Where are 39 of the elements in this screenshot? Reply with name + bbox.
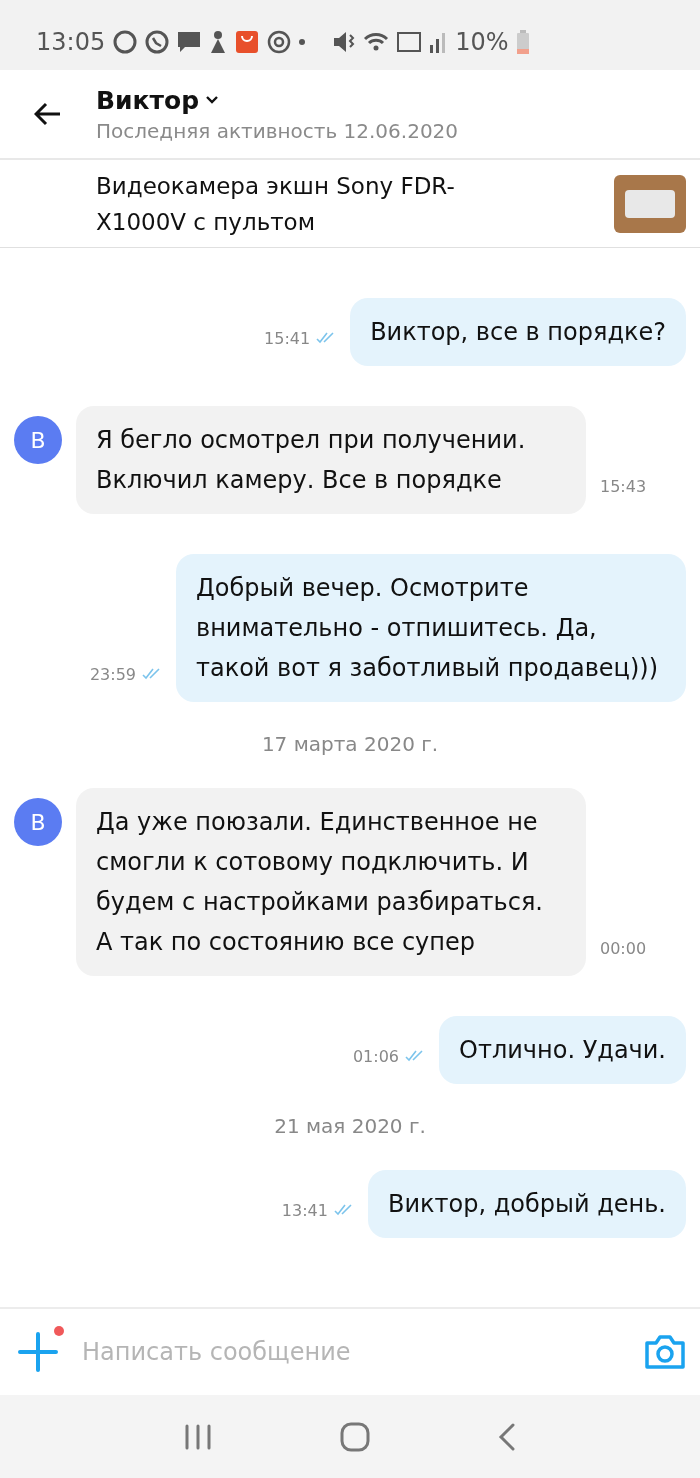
avatar[interactable]: В <box>14 416 62 464</box>
message-time: 15:41 <box>264 329 311 348</box>
camera-icon[interactable] <box>644 1334 686 1370</box>
battery-level: 10% <box>455 28 509 56</box>
message-bubble: Я бегло осмотрел при получении. Включил камеру. Все в порядке <box>76 406 586 514</box>
more-dot-icon <box>299 39 306 45</box>
attach-plus-icon[interactable] <box>18 1326 64 1372</box>
message-time: 01:06 <box>352 1047 400 1066</box>
message-bubble: Виктор, добрый день. <box>367 1170 686 1238</box>
figure-icon <box>209 30 228 54</box>
back-arrow-icon[interactable] <box>34 102 62 126</box>
mute-vibrate-icon <box>333 30 356 54</box>
message-time: 23:59 <box>89 665 136 684</box>
photo-placeholder[interactable] <box>614 174 686 233</box>
shopping-bag-icon <box>235 30 260 54</box>
chevron-down-icon[interactable] <box>205 95 220 105</box>
recent-apps-icon[interactable] <box>184 1423 212 1450</box>
signal-icon <box>429 31 448 53</box>
message-bubble: Виктор, все в порядке? <box>350 298 686 366</box>
last-seen: Последняя активность 12.06.2020 <box>96 118 459 143</box>
message-time: 00:00 <box>600 939 647 958</box>
date-separator: 17 марта 2020 г. <box>260 732 440 756</box>
message-bubble: Отлично. Удачи. <box>439 1016 686 1084</box>
message-time: 13:41 <box>281 1201 328 1220</box>
wifi-icon <box>363 31 390 53</box>
message-bubble: Добрый вечер. Осмотрите внимательно - отпишитесь. Да, такой вот я заботливый продавец))) <box>176 554 686 702</box>
home-icon[interactable] <box>340 1421 370 1452</box>
avatar[interactable]: В <box>14 798 62 846</box>
message-time: 15:43 <box>600 477 647 496</box>
message-bubble: Да уже поюзали. Единственное не смогли к сотовому подключить. И будем с настройками разбираться. А так по состоянию все супер <box>76 788 586 976</box>
phone-chat-icon <box>145 30 170 54</box>
status-time: 13:05 <box>36 28 106 56</box>
back-icon[interactable] <box>498 1422 516 1451</box>
battery-icon <box>516 30 529 54</box>
product-title[interactable]: Видеокамера экшн Sony FDR-X1000V с пультом <box>96 167 476 240</box>
date-separator: 21 мая 2020 г. <box>273 1114 427 1138</box>
message-input[interactable]: Написать сообщение <box>80 1337 644 1367</box>
message-icon <box>177 31 202 53</box>
contact-name[interactable]: Виктор <box>96 85 200 115</box>
